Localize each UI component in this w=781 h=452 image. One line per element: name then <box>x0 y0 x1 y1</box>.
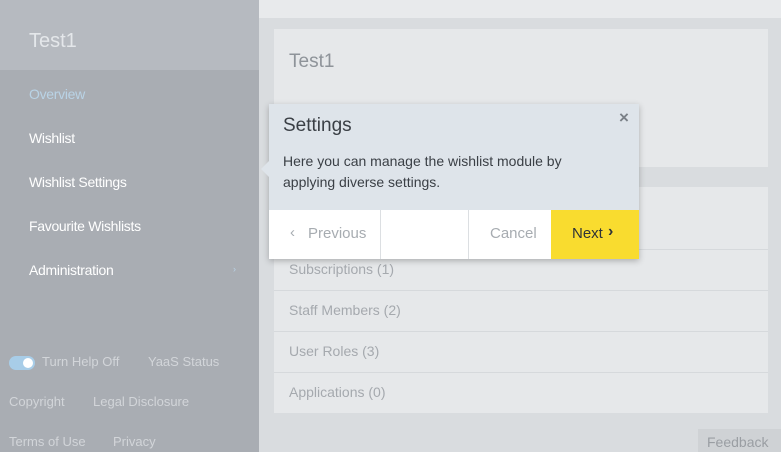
project-title: Test1 <box>29 30 77 52</box>
popover-caret <box>261 161 269 177</box>
next-button[interactable]: Next › <box>551 210 639 259</box>
list-item-label: Staff Members (2) <box>289 302 401 318</box>
cancel-label: Cancel <box>490 225 537 242</box>
copyright-link[interactable]: Copyright <box>9 394 65 409</box>
cancel-button[interactable]: Cancel <box>469 210 551 259</box>
help-toggle-label[interactable]: Turn Help Off <box>42 354 119 369</box>
sidebar-item-wishlist-settings[interactable]: Wishlist Settings <box>29 174 127 190</box>
previous-button[interactable]: ‹ Previous <box>269 210 381 259</box>
sidebar: Test1 Overview Wishlist Wishlist Setting… <box>0 0 259 452</box>
feedback-button[interactable]: Feedback <box>698 429 781 452</box>
next-label: Next <box>572 225 603 242</box>
chevron-left-icon: ‹ <box>290 224 295 241</box>
legal-disclosure-link[interactable]: Legal Disclosure <box>93 394 189 409</box>
sidebar-item-wishlist[interactable]: Wishlist <box>29 130 75 146</box>
card-title: Test1 <box>289 51 335 72</box>
sidebar-item-administration[interactable]: Administration <box>29 262 114 278</box>
yaas-status-link[interactable]: YaaS Status <box>148 354 219 369</box>
terms-of-use-link[interactable]: Terms of Use <box>9 434 86 449</box>
list-item-label: User Roles (3) <box>289 343 380 359</box>
popover-body: Here you can manage the wishlist module … <box>283 153 562 190</box>
list-item-staff-members[interactable]: Staff Members (2) <box>274 290 768 331</box>
popover-button-row: ‹ Previous Cancel Next › <box>269 210 639 259</box>
list-item-user-roles[interactable]: User Roles (3) <box>274 331 768 372</box>
sidebar-item-overview[interactable]: Overview <box>29 86 85 102</box>
help-popover: Settings × Here you can manage the wishl… <box>261 104 639 259</box>
popover-title: Settings <box>283 115 352 136</box>
sidebar-top-strip <box>0 0 259 10</box>
list-item-applications[interactable]: Applications (0) <box>274 372 768 413</box>
sidebar-item-favourite-wishlists[interactable]: Favourite Wishlists <box>29 218 141 234</box>
previous-label: Previous <box>308 225 367 242</box>
privacy-link[interactable]: Privacy <box>113 434 156 449</box>
blank-button-slot <box>381 210 469 259</box>
project-header[interactable]: Test1 <box>0 10 259 70</box>
toggle-knob <box>23 358 33 368</box>
list-item-label: Applications (0) <box>289 384 386 400</box>
list-item-label: Subscriptions (1) <box>289 261 395 277</box>
help-toggle[interactable] <box>9 356 35 370</box>
top-bar <box>259 0 781 18</box>
close-icon[interactable]: × <box>619 108 629 128</box>
chevron-right-icon: › <box>233 264 236 274</box>
chevron-right-icon: › <box>608 223 614 240</box>
